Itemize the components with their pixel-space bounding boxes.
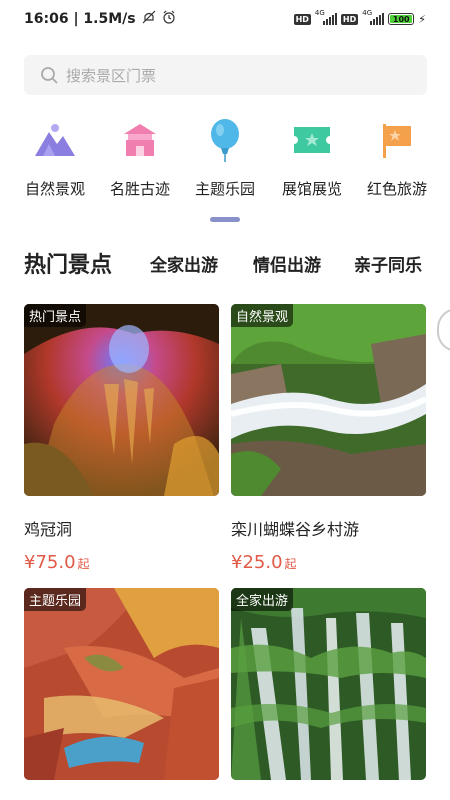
pavilion-icon — [118, 118, 162, 162]
attraction-photo: 自然景观 — [231, 304, 426, 496]
alarm-icon — [162, 10, 176, 28]
price-value: ¥75.0 — [24, 552, 76, 573]
attraction-photo: 主题乐园 — [24, 588, 219, 780]
attraction-name: 鸡冠洞 — [24, 520, 73, 539]
category-theme-park[interactable]: 主题乐园 — [180, 118, 270, 199]
category-label: 展馆展览 — [281, 180, 342, 198]
category-tag: 热门景点 — [24, 304, 87, 327]
status-right: HD 4G HD 4G 100 ⚡ — [293, 9, 426, 26]
search-bar[interactable]: 搜索景区门票 — [24, 55, 427, 95]
side-handle[interactable] — [437, 308, 450, 352]
category-exhibition[interactable]: 展馆展览 — [267, 118, 357, 199]
tab-label: 情侣出游 — [253, 256, 321, 276]
price-value: ¥25.0 — [231, 552, 283, 573]
network-type: 4G — [314, 9, 325, 17]
attraction-name: 栾川蝴蝶谷乡村游 — [231, 520, 360, 539]
network-type: 4G — [362, 9, 373, 17]
tab-bar: 热门景点 全家出游 情侣出游 亲子同乐 — [24, 243, 434, 283]
tab-parent-child[interactable]: 亲子同乐 — [354, 251, 422, 276]
hd-badge: HD — [293, 13, 311, 25]
attraction-price: ¥75.0 起 — [24, 552, 219, 573]
balloon-icon — [203, 118, 247, 162]
price-unit: 起 — [77, 557, 90, 571]
flag-icon — [375, 118, 419, 162]
attraction-card[interactable]: 全家出游 — [231, 588, 426, 780]
category-tag: 自然景观 — [231, 304, 294, 327]
tab-label: 全家出游 — [150, 256, 218, 276]
category-red-tourism[interactable]: 红色旅游 — [352, 118, 442, 199]
hd-badge: HD — [340, 13, 359, 25]
ticket-icon — [290, 118, 334, 162]
category-tag: 全家出游 — [231, 588, 294, 611]
search-placeholder: 搜索景区门票 — [66, 66, 157, 85]
charging-icon: ⚡ — [418, 12, 426, 26]
battery-icon: 100 — [388, 13, 415, 25]
tab-couple-trip[interactable]: 情侣出游 — [253, 251, 321, 276]
attraction-price: ¥25.0 起 — [231, 552, 426, 573]
category-label: 自然景观 — [24, 180, 85, 198]
category-natural-scenery[interactable]: 自然景观 — [10, 118, 100, 199]
attraction-card[interactable]: 热门景点 鸡冠洞 ¥75.0 起 — [24, 304, 219, 573]
tab-hot-spots[interactable]: 热门景点 — [24, 247, 118, 281]
price-unit: 起 — [284, 557, 297, 571]
mountain-icon — [33, 118, 77, 162]
signal-icon: 4G — [362, 9, 385, 25]
attraction-card[interactable]: 主题乐园 — [24, 588, 219, 780]
battery-level: 100 — [392, 14, 410, 24]
status-left: 16:06 | 1.5M/s — [24, 10, 176, 28]
category-historic-sites[interactable]: 名胜古迹 — [95, 118, 185, 199]
attraction-photo: 热门景点 — [24, 304, 219, 496]
category-label: 主题乐园 — [194, 180, 255, 198]
tab-label: 热门景点 — [24, 253, 113, 278]
category-label: 名胜古迹 — [109, 180, 170, 198]
page-indicator — [210, 217, 240, 222]
attraction-photo: 全家出游 — [231, 588, 426, 780]
status-time-speed: 16:06 | 1.5M/s — [24, 11, 136, 27]
category-row: 自然景观 名胜古迹 主题乐园 展馆展览 红色旅游 — [0, 118, 450, 208]
tab-label: 亲子同乐 — [354, 256, 422, 276]
category-label: 红色旅游 — [366, 180, 427, 198]
signal-icon: 4G — [315, 9, 337, 25]
mute-icon — [142, 10, 156, 28]
attraction-card[interactable]: 自然景观 栾川蝴蝶谷乡村游 ¥25.0 起 — [231, 304, 426, 573]
category-tag: 主题乐园 — [24, 588, 87, 611]
status-bar: 16:06 | 1.5M/s HD 4G HD 4G 100 ⚡ — [0, 0, 450, 38]
search-icon — [41, 67, 58, 84]
tab-family-trip[interactable]: 全家出游 — [150, 251, 218, 276]
